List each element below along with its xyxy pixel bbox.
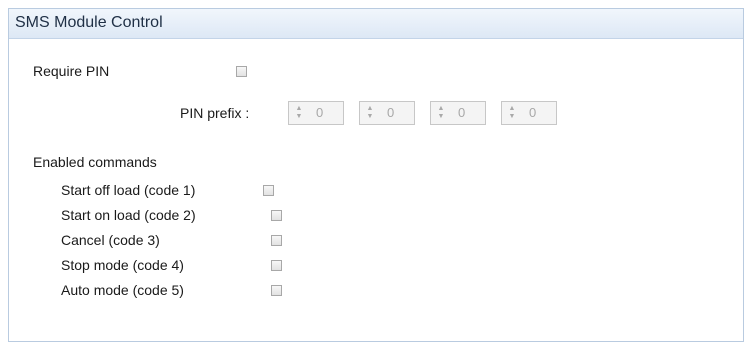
up-down-arrows-icon: ▲ ▼ xyxy=(437,105,445,120)
enabled-commands-heading: Enabled commands xyxy=(33,154,157,170)
pin-prefix-digit-4[interactable]: ▲ ▼ 0 xyxy=(501,101,557,125)
up-down-arrows-icon: ▲ ▼ xyxy=(508,105,516,120)
pin-digit-value: 0 xyxy=(387,105,395,120)
command-start-on-load-checkbox[interactable] xyxy=(271,210,282,221)
pin-digit-value: 0 xyxy=(529,105,537,120)
command-auto-mode-label: Auto mode (code 5) xyxy=(61,282,184,298)
command-stop-mode-checkbox[interactable] xyxy=(271,260,282,271)
panel-title: SMS Module Control xyxy=(15,14,163,31)
require-pin-label: Require PIN xyxy=(33,63,110,79)
command-start-on-load-label: Start on load (code 2) xyxy=(61,207,196,223)
pin-prefix-digit-2[interactable]: ▲ ▼ 0 xyxy=(359,101,415,125)
command-auto-mode-checkbox[interactable] xyxy=(271,285,282,296)
command-cancel-label: Cancel (code 3) xyxy=(61,232,160,248)
pin-prefix-digit-1[interactable]: ▲ ▼ 0 xyxy=(288,101,344,125)
require-pin-checkbox[interactable] xyxy=(236,66,247,77)
pin-prefix-digit-3[interactable]: ▲ ▼ 0 xyxy=(430,101,486,125)
pin-digit-value: 0 xyxy=(316,105,324,120)
panel-header: SMS Module Control xyxy=(9,9,743,39)
up-down-arrows-icon: ▲ ▼ xyxy=(295,105,303,120)
pin-prefix-label: PIN prefix : xyxy=(180,105,250,121)
command-stop-mode-label: Stop mode (code 4) xyxy=(61,257,184,273)
command-cancel-checkbox[interactable] xyxy=(271,235,282,246)
up-down-arrows-icon: ▲ ▼ xyxy=(366,105,374,120)
command-start-off-load-checkbox[interactable] xyxy=(263,185,274,196)
pin-digit-value: 0 xyxy=(458,105,466,120)
command-start-off-load-label: Start off load (code 1) xyxy=(61,182,196,198)
